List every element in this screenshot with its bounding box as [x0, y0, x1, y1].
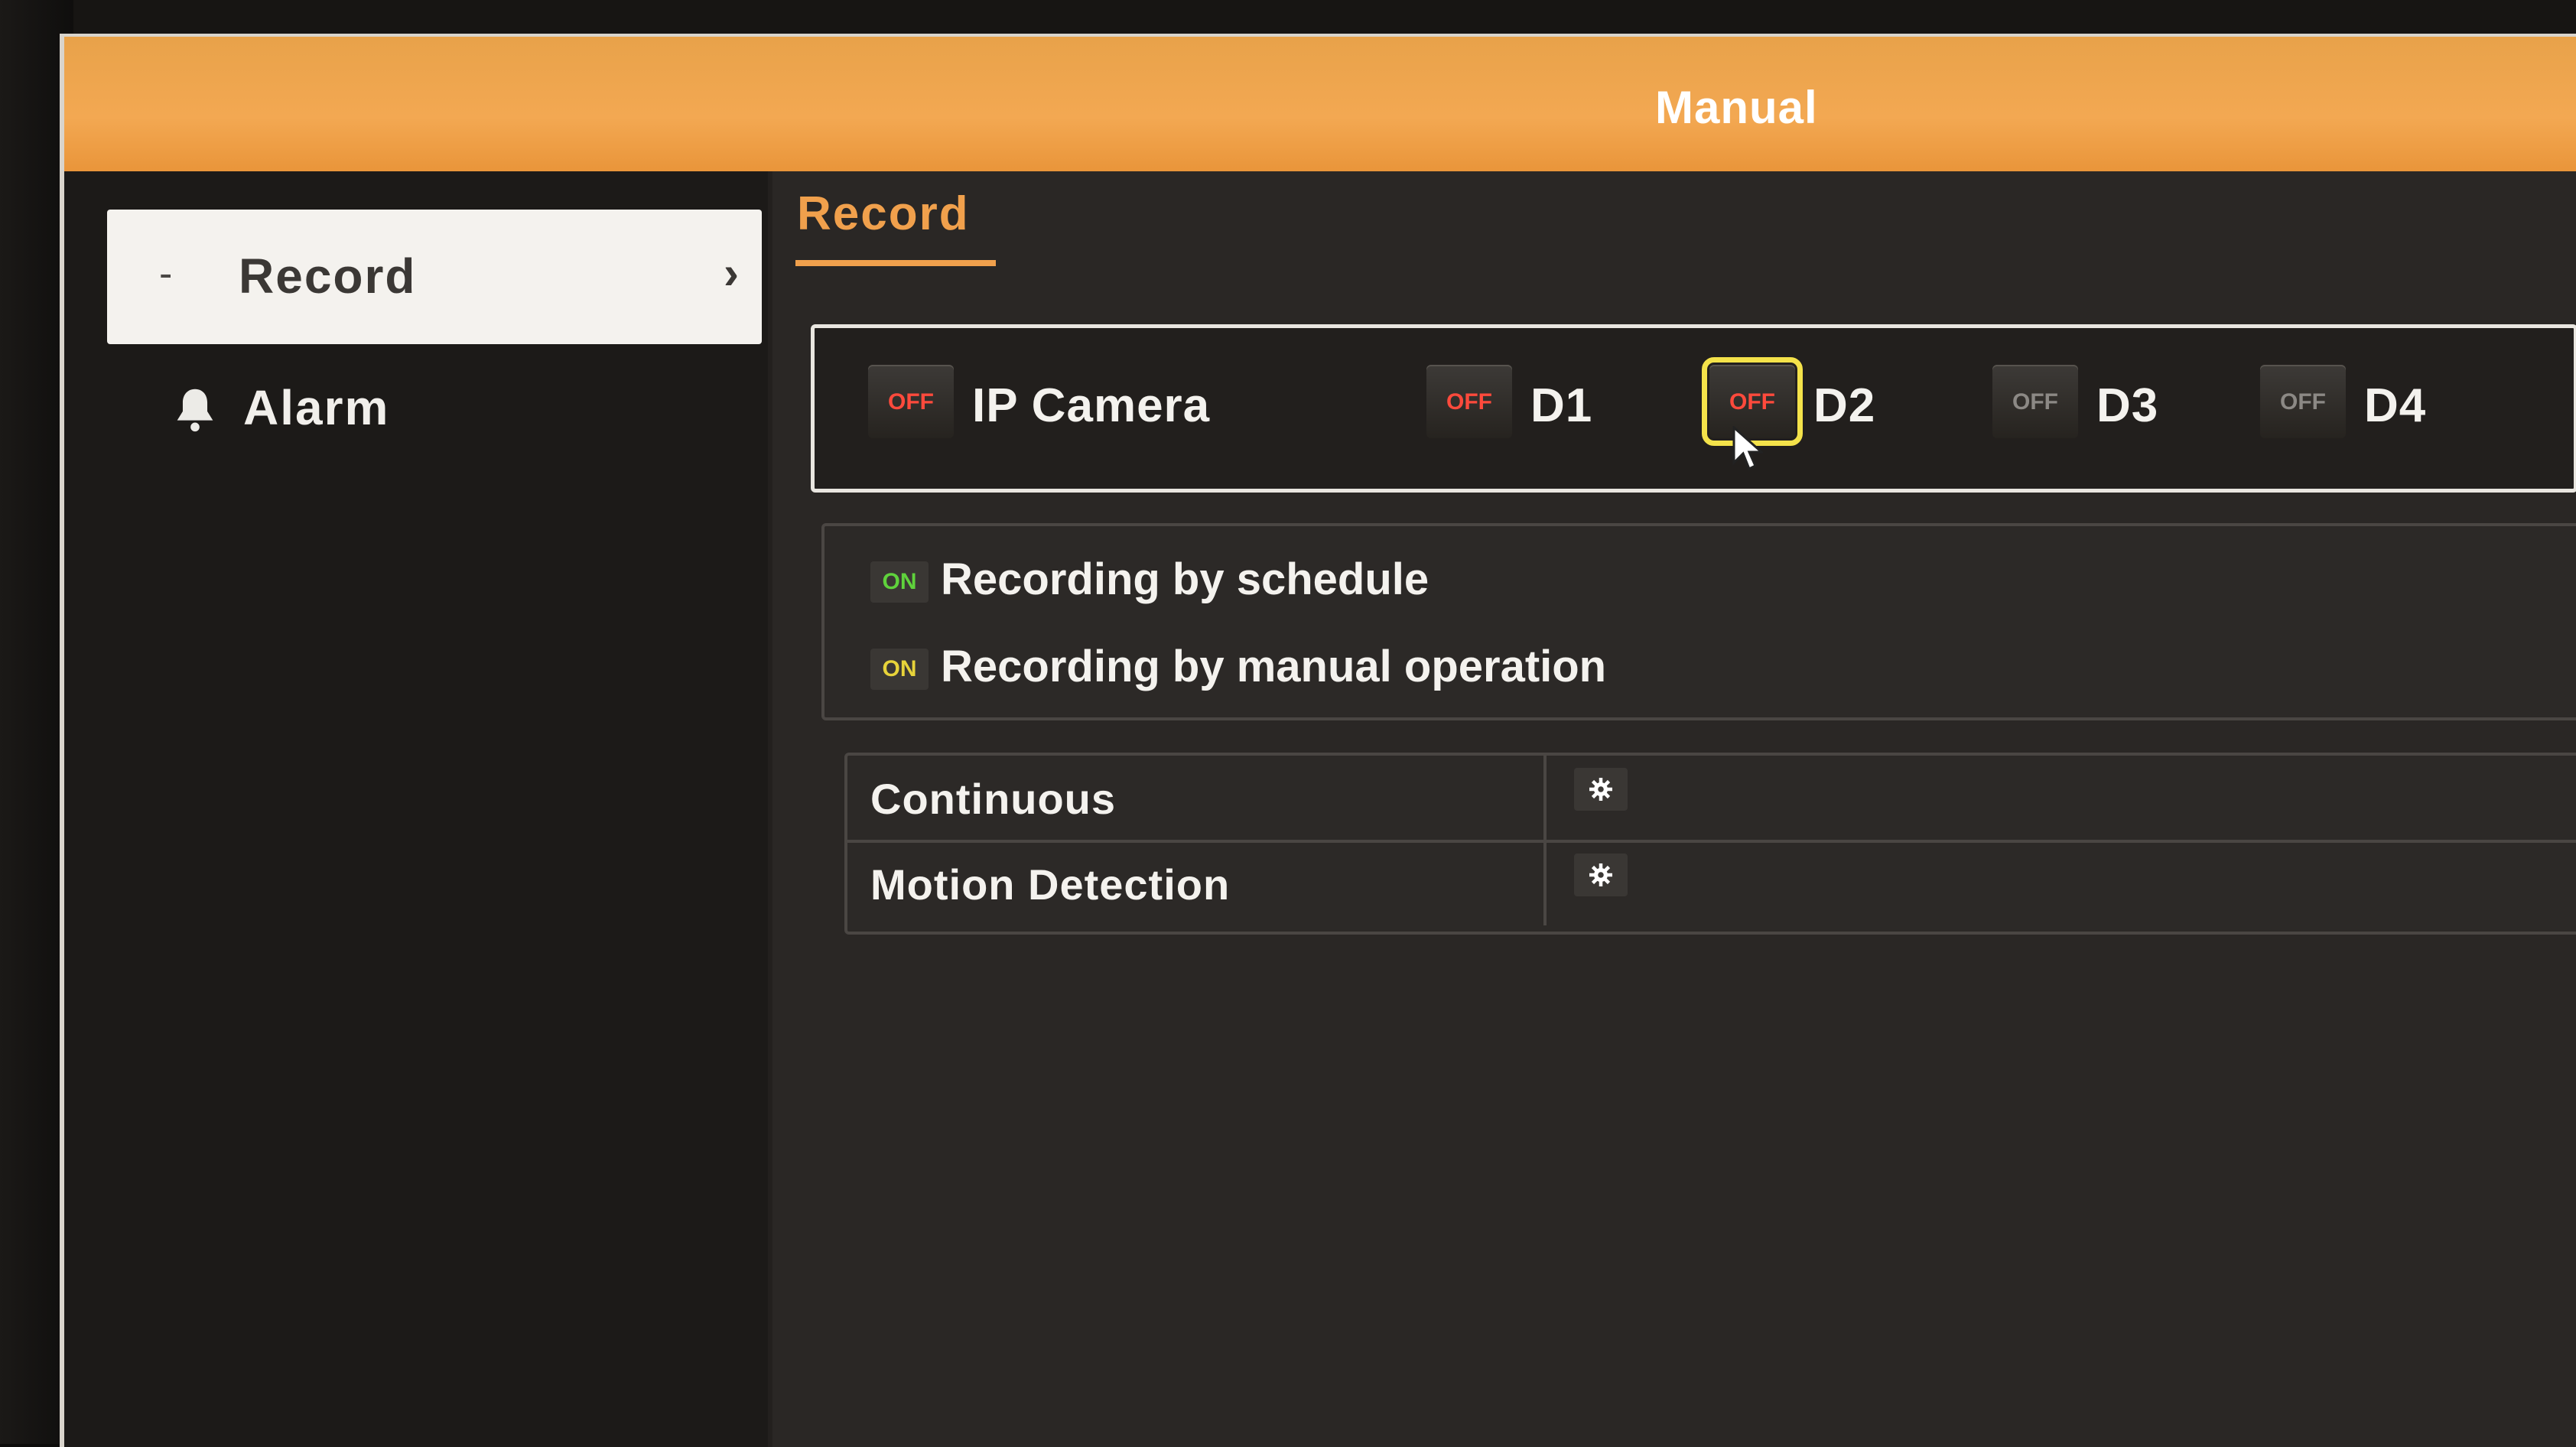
tab-active-indicator [795, 260, 996, 266]
table-row: Motion Detection [847, 841, 2576, 925]
channel-toggle-d4[interactable]: OFF [2260, 365, 2346, 438]
dvr-screen: Manual - Record › Alarm Record OFF IP Ca… [60, 34, 2576, 1447]
channel-toggle-d3[interactable]: OFF [1992, 365, 2078, 438]
gear-icon [1589, 778, 1612, 801]
channel-label: D4 [2364, 379, 2427, 432]
sidebar-item-alarm[interactable]: Alarm [107, 363, 762, 462]
legend-text: Recording by schedule [941, 554, 1429, 604]
sidebar-item-record[interactable]: - Record › [107, 210, 762, 344]
on-badge-green: ON [870, 561, 929, 603]
settings-button[interactable] [1574, 854, 1628, 896]
channel-toggle-d1[interactable]: OFF [1426, 365, 1512, 438]
table-row: Continuous [847, 756, 2576, 843]
channel-label: D2 [1813, 379, 1876, 432]
gear-icon [1589, 863, 1612, 886]
legend-text: Recording by manual operation [941, 642, 1607, 691]
on-badge-yellow: ON [870, 649, 929, 690]
recording-legend: ON Recording by schedule ON Recording by… [821, 523, 2576, 720]
channel-selector: OFF IP Camera OFF D1 OFF D2 OFF D3 OFF D… [811, 324, 2576, 493]
channel-toggle-ip-camera[interactable]: OFF [868, 365, 954, 438]
window-title: Manual [1655, 82, 1818, 133]
record-type-label: Motion Detection [870, 860, 1231, 909]
sidebar-item-label: Record [239, 249, 417, 304]
tab-record[interactable]: Record [797, 187, 970, 241]
main-content: Record OFF IP Camera OFF D1 OFF D2 OFF D… [772, 171, 2576, 1447]
chevron-right-icon: › [724, 247, 739, 298]
bell-icon [177, 389, 213, 432]
dash-icon: - [159, 252, 173, 296]
mouse-cursor-icon [1732, 426, 1763, 471]
record-type-table: Continuous Motion Detection [844, 753, 2576, 935]
channel-label: D3 [2096, 379, 2159, 432]
channel-label: IP Camera [972, 379, 1211, 432]
record-type-label: Continuous [870, 775, 1117, 823]
title-bar: Manual [64, 37, 2576, 171]
sidebar-item-label: Alarm [243, 380, 390, 435]
sidebar: - Record › Alarm [64, 171, 768, 1447]
column-divider [1543, 756, 1547, 840]
settings-button[interactable] [1574, 768, 1628, 811]
channel-label: D1 [1530, 379, 1593, 432]
column-divider [1543, 841, 1547, 925]
